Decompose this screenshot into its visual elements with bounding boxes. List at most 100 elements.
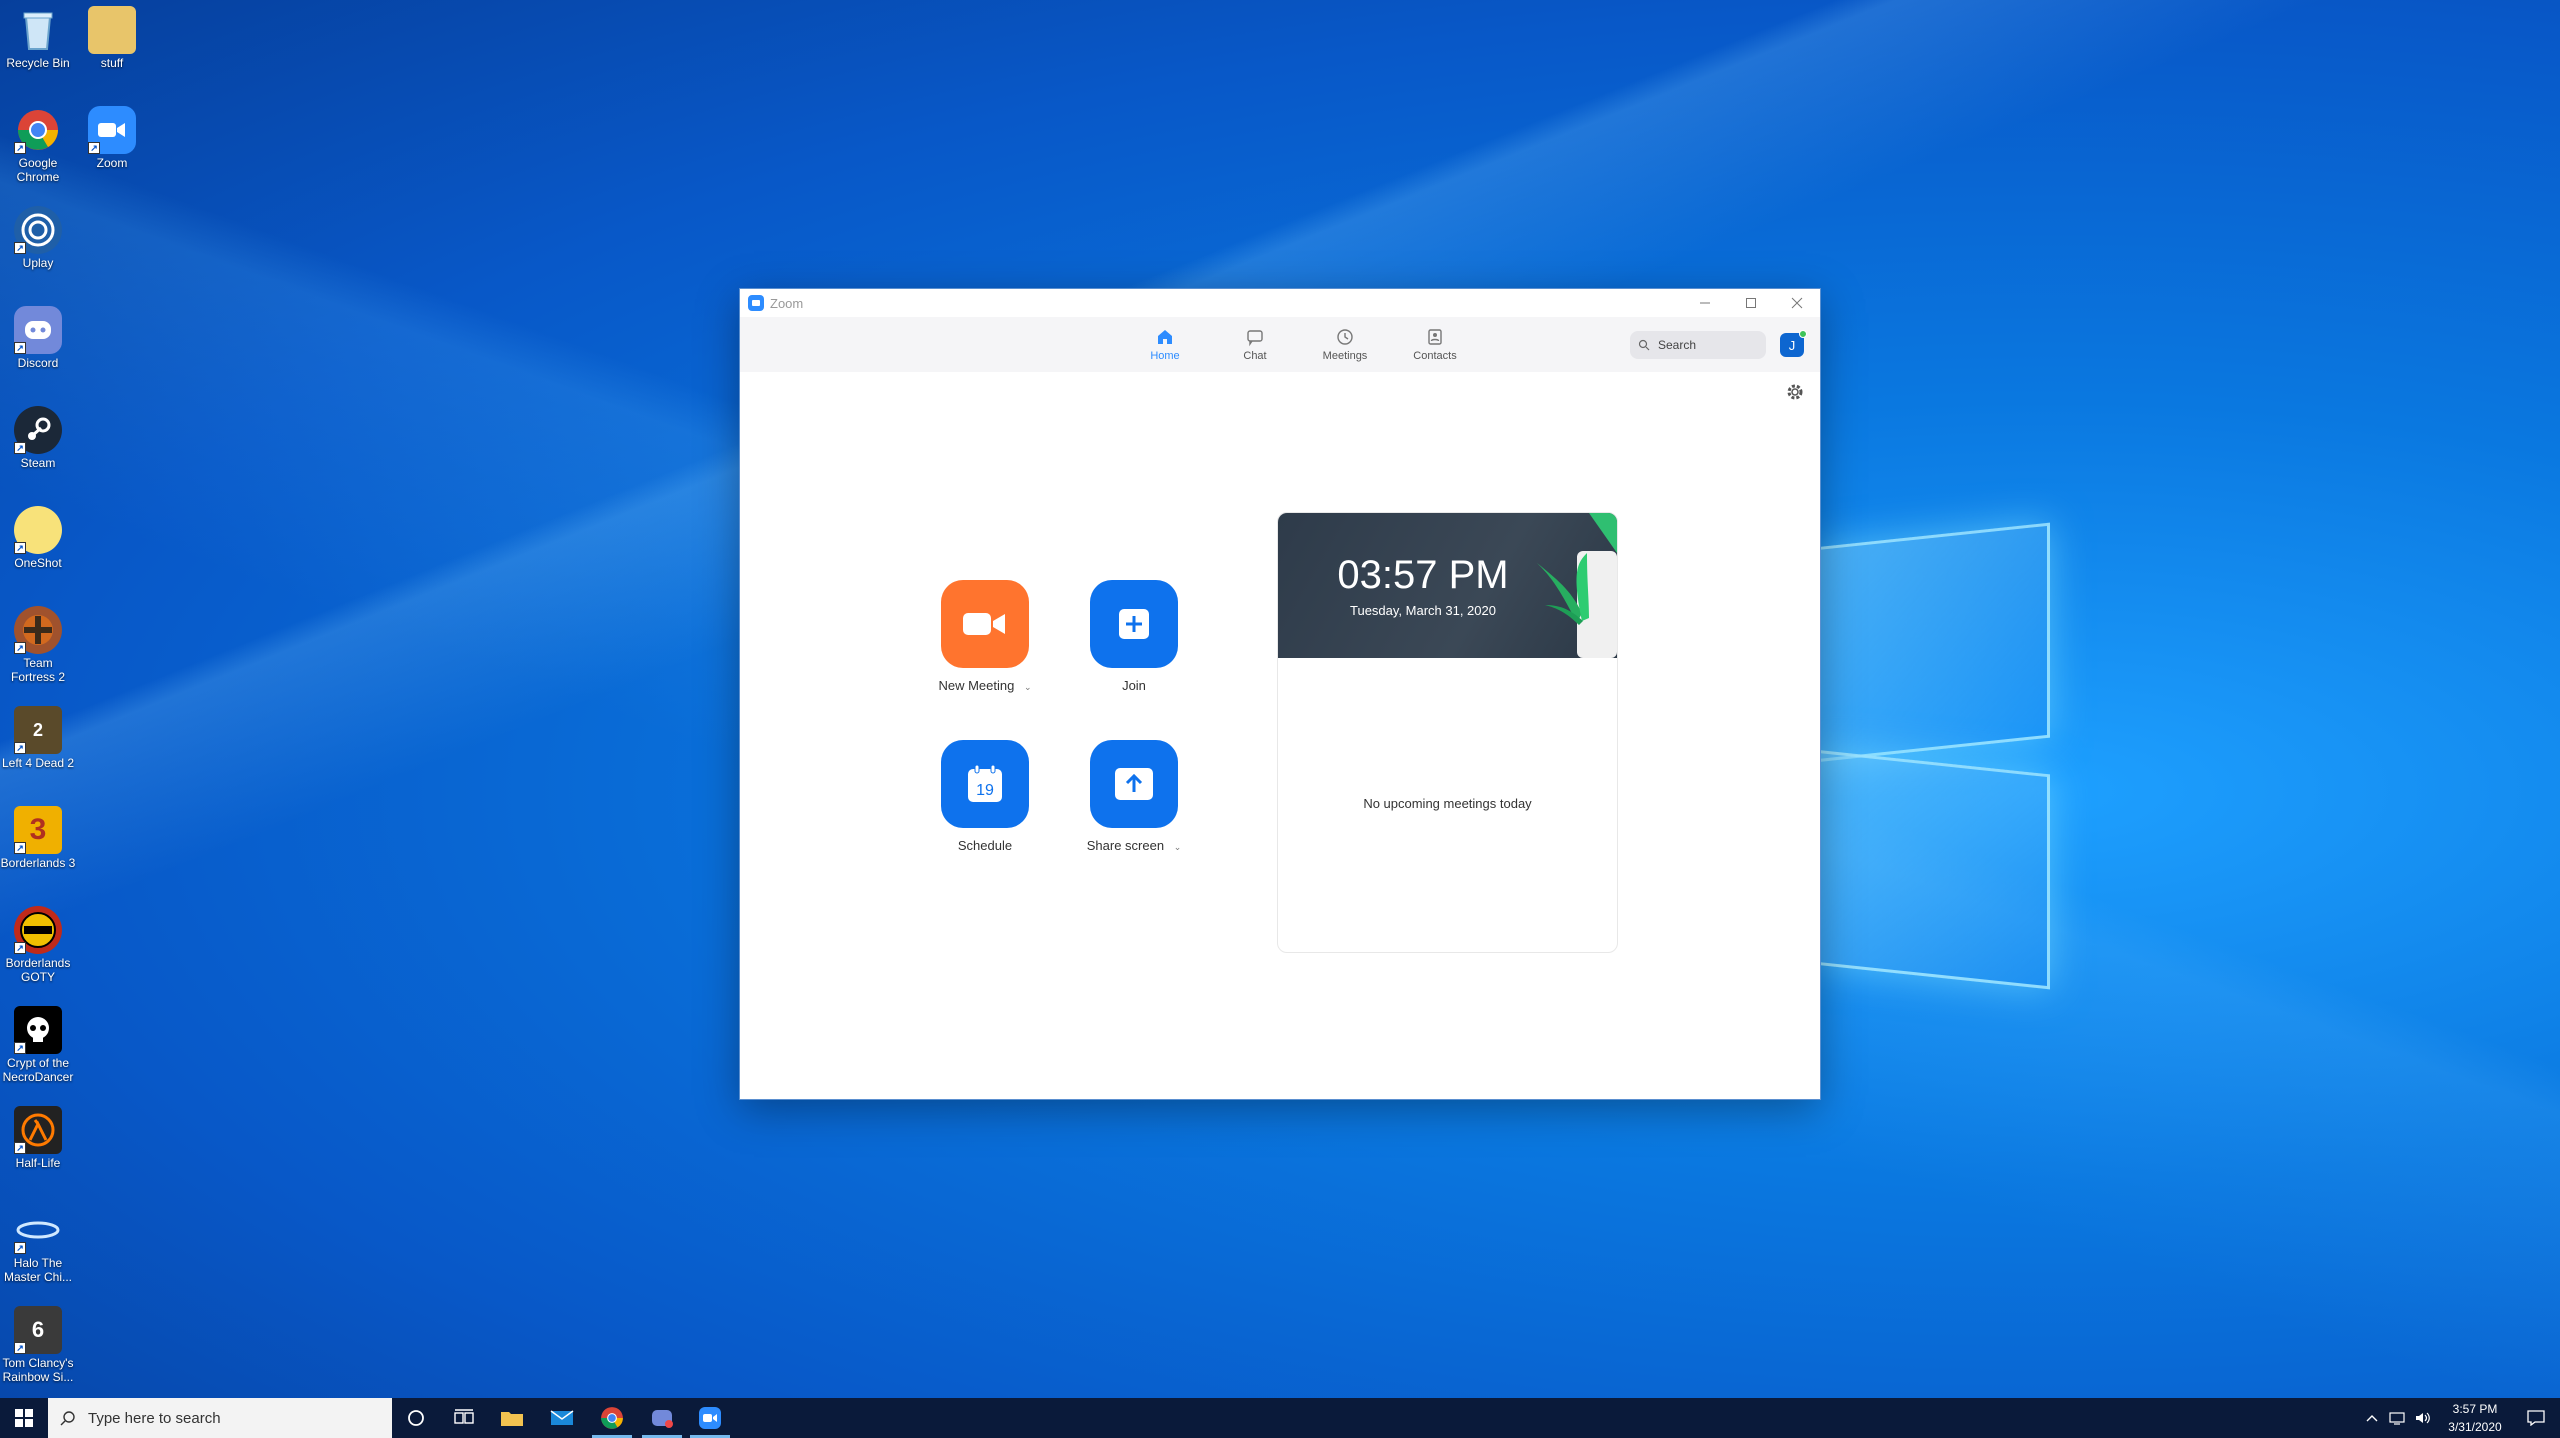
tab-meetings[interactable]: Meetings bbox=[1300, 317, 1390, 372]
tab-label: Meetings bbox=[1322, 350, 1368, 362]
discord-taskbar-button[interactable] bbox=[638, 1398, 686, 1438]
avatar-initial: J bbox=[1788, 337, 1796, 353]
icon-label: Halo The Master Chi... bbox=[3, 1256, 72, 1284]
icon-label: Discord bbox=[17, 356, 59, 370]
current-time: 03:57 PM bbox=[1337, 553, 1509, 597]
search-placeholder: Search bbox=[1658, 338, 1697, 352]
network-button[interactable] bbox=[2384, 1398, 2410, 1438]
action-center-button[interactable] bbox=[2512, 1398, 2560, 1438]
icon-label: Steam bbox=[20, 456, 56, 470]
new-meeting-text: New Meeting bbox=[938, 678, 1015, 693]
contacts-icon bbox=[1428, 329, 1442, 345]
schedule-button[interactable]: 19 bbox=[941, 740, 1029, 828]
mail-icon bbox=[550, 1410, 574, 1425]
desktop-icon-crypt-of-the-necrodancer[interactable]: ↗ Crypt of the NecroDancer bbox=[0, 1006, 76, 1084]
tab-label: Home bbox=[1150, 350, 1180, 362]
discord-icon: ↗ bbox=[14, 306, 62, 354]
zoom-app-icon bbox=[699, 1407, 721, 1429]
folder-icon bbox=[88, 6, 136, 54]
discord-icon bbox=[652, 1410, 673, 1428]
calendar-day: 19 bbox=[976, 782, 994, 799]
online-status-dot bbox=[1799, 330, 1807, 338]
join-button[interactable] bbox=[1090, 580, 1178, 668]
desktop-icon-halo[interactable]: ↗ Halo The Master Chi... bbox=[0, 1206, 76, 1284]
system-clock[interactable]: 3:57 PM 3/31/2020 bbox=[2440, 1400, 2510, 1436]
window-title: Zoom bbox=[770, 295, 804, 311]
network-icon bbox=[2389, 1412, 2405, 1425]
icon-label: OneShot bbox=[14, 556, 62, 570]
desktop-icon-zoom[interactable]: ↗ Zoom bbox=[74, 106, 150, 170]
share-screen-text: Share screen bbox=[1086, 838, 1165, 853]
home-icon bbox=[1158, 330, 1172, 344]
task-view-button[interactable] bbox=[440, 1398, 488, 1438]
desktop-icon-oneshot[interactable]: ↗ OneShot bbox=[0, 506, 76, 570]
tab-label: Contacts bbox=[1413, 350, 1457, 362]
close-button[interactable] bbox=[1774, 289, 1820, 317]
icon-label: Half-Life bbox=[15, 1156, 61, 1170]
current-date: Tuesday, March 31, 2020 bbox=[1350, 603, 1496, 618]
desktop-icon-borderlands-goty[interactable]: ↗ Borderlands GOTY bbox=[0, 906, 76, 984]
icon-label: Crypt of the NecroDancer bbox=[2, 1056, 74, 1084]
desktop-icon-rainbow-six[interactable]: 6 ↗ Tom Clancy's Rainbow Si... bbox=[0, 1306, 76, 1384]
file-explorer-button[interactable] bbox=[488, 1398, 536, 1438]
minimize-button[interactable] bbox=[1682, 289, 1728, 317]
share-screen-button[interactable] bbox=[1090, 740, 1178, 828]
close-icon bbox=[1791, 297, 1803, 309]
desktop-icon-steam[interactable]: ↗ Steam bbox=[0, 406, 76, 470]
new-meeting-label[interactable]: New Meeting ⌄ bbox=[905, 678, 1065, 693]
show-hidden-icons-button[interactable] bbox=[2360, 1398, 2384, 1438]
mail-button[interactable] bbox=[538, 1398, 586, 1438]
no-meetings-text: No upcoming meetings today bbox=[1363, 796, 1532, 811]
chevron-down-icon[interactable]: ⌄ bbox=[1024, 682, 1032, 692]
desktop-icon-recycle-bin[interactable]: Recycle Bin bbox=[0, 6, 76, 70]
new-meeting-button[interactable] bbox=[941, 580, 1029, 668]
main-tabs: Home Chat Meetings Contacts bbox=[1120, 317, 1480, 372]
desktop-icon-discord[interactable]: ↗ Discord bbox=[0, 306, 76, 370]
chevron-down-icon[interactable]: ⌄ bbox=[1174, 842, 1182, 852]
l4d2-icon: 2 ↗ bbox=[14, 706, 62, 754]
cortana-button[interactable] bbox=[392, 1398, 440, 1438]
volume-button[interactable] bbox=[2410, 1398, 2436, 1438]
desktop-icon-half-life[interactable]: ↗ Half-Life bbox=[0, 1106, 76, 1170]
search-input[interactable]: Search bbox=[1630, 331, 1766, 359]
plus-icon bbox=[1119, 609, 1149, 639]
desktop-icon-borderlands-3[interactable]: 3 ↗ Borderlands 3 bbox=[0, 806, 76, 870]
taskbar-search-input[interactable]: Type here to search bbox=[48, 1398, 392, 1438]
desktop-icon-uplay[interactable]: ↗ Uplay bbox=[0, 206, 76, 270]
windows-logo-decoration bbox=[1815, 510, 2055, 990]
tab-label: Chat bbox=[1243, 350, 1267, 362]
video-camera-icon bbox=[963, 613, 1005, 635]
zoom-taskbar-button[interactable] bbox=[686, 1398, 734, 1438]
chrome-taskbar-button[interactable] bbox=[588, 1398, 636, 1438]
desktop-icon-google-chrome[interactable]: ↗ Google Chrome bbox=[0, 106, 76, 184]
tab-home[interactable]: Home bbox=[1120, 317, 1210, 372]
icon-label: Recycle Bin bbox=[6, 56, 70, 70]
tf2-icon: ↗ bbox=[14, 606, 62, 654]
search-icon bbox=[1638, 339, 1650, 351]
avatar[interactable]: J bbox=[1780, 330, 1807, 357]
folder-icon bbox=[501, 1412, 523, 1426]
chat-icon bbox=[1247, 330, 1263, 347]
maximize-button[interactable] bbox=[1728, 289, 1774, 317]
taskbar-search-placeholder: Type here to search bbox=[88, 1409, 221, 1427]
halo-icon: ↗ bbox=[14, 1206, 62, 1254]
calendar-icon: 19 bbox=[968, 764, 1002, 802]
clock-icon bbox=[1337, 329, 1353, 345]
tab-contacts[interactable]: Contacts bbox=[1390, 317, 1480, 372]
share-screen-label[interactable]: Share screen ⌄ bbox=[1054, 838, 1214, 853]
steam-icon: ↗ bbox=[14, 406, 62, 454]
upcoming-meetings-card: 03:57 PM Tuesday, March 31, 2020 No upco… bbox=[1277, 512, 1618, 953]
tab-chat[interactable]: Chat bbox=[1210, 317, 1300, 372]
icon-label: Team Fortress 2 bbox=[10, 656, 65, 684]
zoom-logo-icon bbox=[748, 295, 764, 311]
minimize-icon bbox=[1700, 302, 1710, 304]
desktop-icon-stuff[interactable]: stuff bbox=[74, 6, 150, 70]
start-button[interactable] bbox=[0, 1398, 48, 1438]
settings-gear-icon[interactable] bbox=[1785, 382, 1805, 402]
cortana-icon bbox=[408, 1410, 424, 1426]
search-icon bbox=[60, 1411, 75, 1426]
icon-label: Zoom bbox=[96, 156, 128, 170]
desktop-icon-team-fortress-2[interactable]: ↗ Team Fortress 2 bbox=[0, 606, 76, 684]
top-navigation-bar: Home Chat Meetings Contacts Search J bbox=[740, 317, 1820, 372]
desktop-icon-left-4-dead-2[interactable]: 2 ↗ Left 4 Dead 2 bbox=[0, 706, 76, 770]
